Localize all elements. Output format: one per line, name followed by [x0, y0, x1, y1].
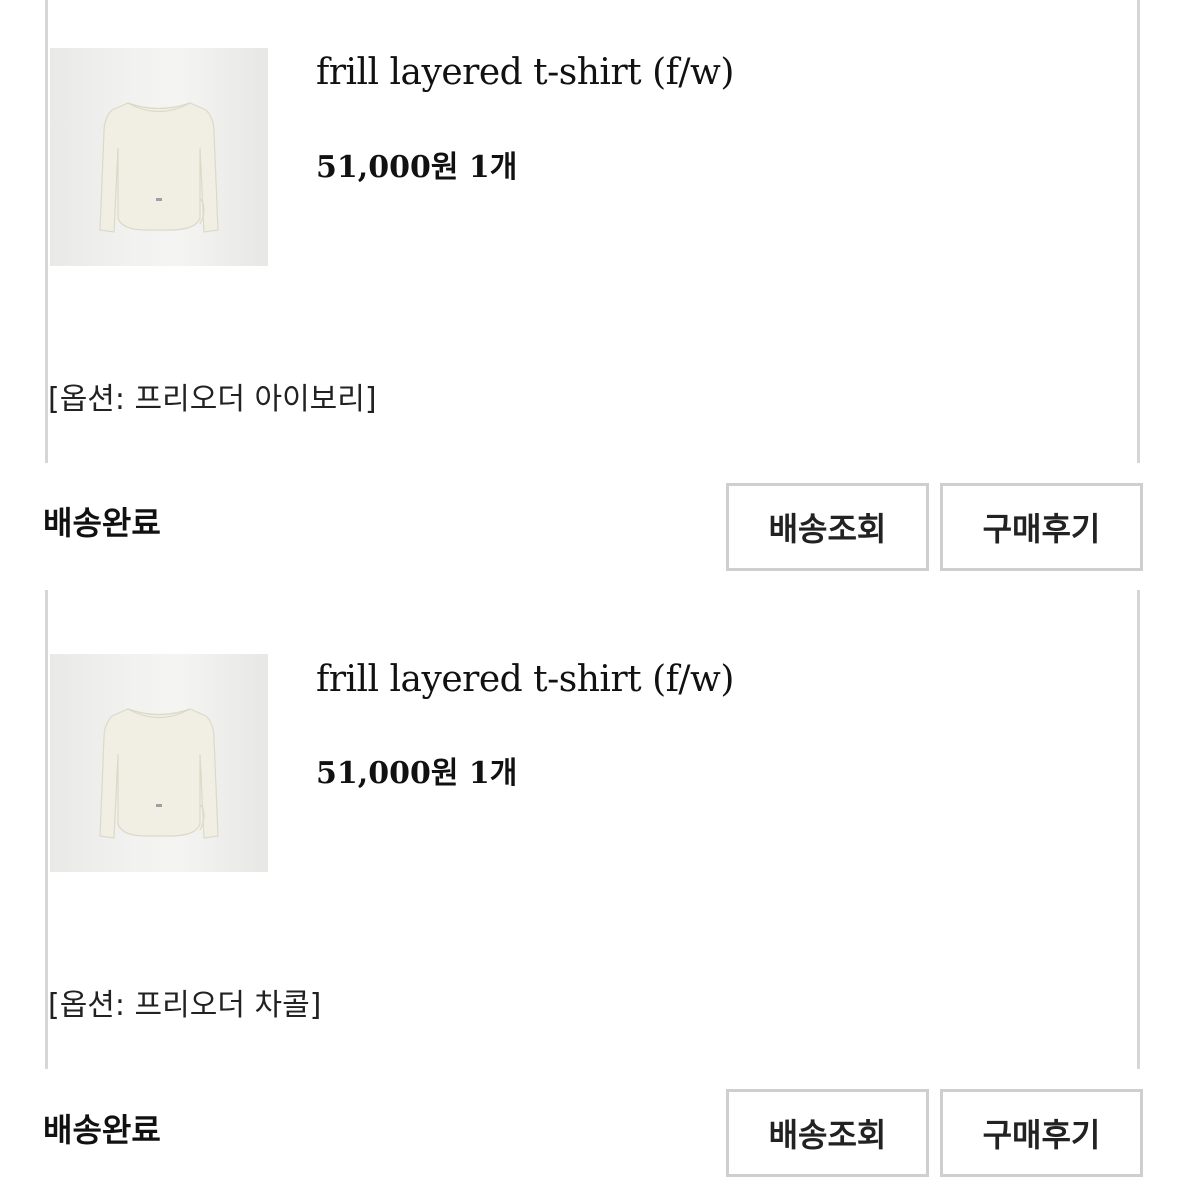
product-option: [옵션: 프리오더 차콜]: [48, 988, 322, 1023]
order-item: frill layered t-shirt (f/w) 51,000원 1개 […: [0, 590, 1186, 1186]
product-name[interactable]: frill layered t-shirt (f/w): [316, 659, 734, 700]
product-price: 51,000원: [316, 150, 459, 185]
price-quantity: 51,000원 1개: [316, 142, 517, 186]
order-card: frill layered t-shirt (f/w) 51,000원 1개 […: [45, 0, 1140, 463]
product-quantity: 1개: [468, 150, 518, 185]
delivery-status: 배송완료: [43, 504, 161, 542]
tshirt-image-icon: [99, 102, 219, 233]
write-review-button[interactable]: 구매후기: [940, 1089, 1143, 1177]
product-price: 51,000원: [316, 756, 459, 791]
delivery-status: 배송완료: [43, 1111, 161, 1149]
product-thumbnail[interactable]: [50, 48, 268, 266]
product-name[interactable]: frill layered t-shirt (f/w): [316, 52, 734, 93]
order-item: frill layered t-shirt (f/w) 51,000원 1개 […: [0, 0, 1186, 590]
product-quantity: 1개: [468, 756, 518, 791]
track-delivery-button[interactable]: 배송조회: [726, 483, 929, 571]
track-delivery-button[interactable]: 배송조회: [726, 1089, 929, 1177]
product-option: [옵션: 프리오더 아이보리]: [48, 382, 377, 417]
tshirt-image-icon: [99, 708, 219, 839]
write-review-button[interactable]: 구매후기: [940, 483, 1143, 571]
order-card: frill layered t-shirt (f/w) 51,000원 1개 […: [45, 590, 1140, 1069]
price-quantity: 51,000원 1개: [316, 748, 517, 792]
product-thumbnail[interactable]: [50, 654, 268, 872]
